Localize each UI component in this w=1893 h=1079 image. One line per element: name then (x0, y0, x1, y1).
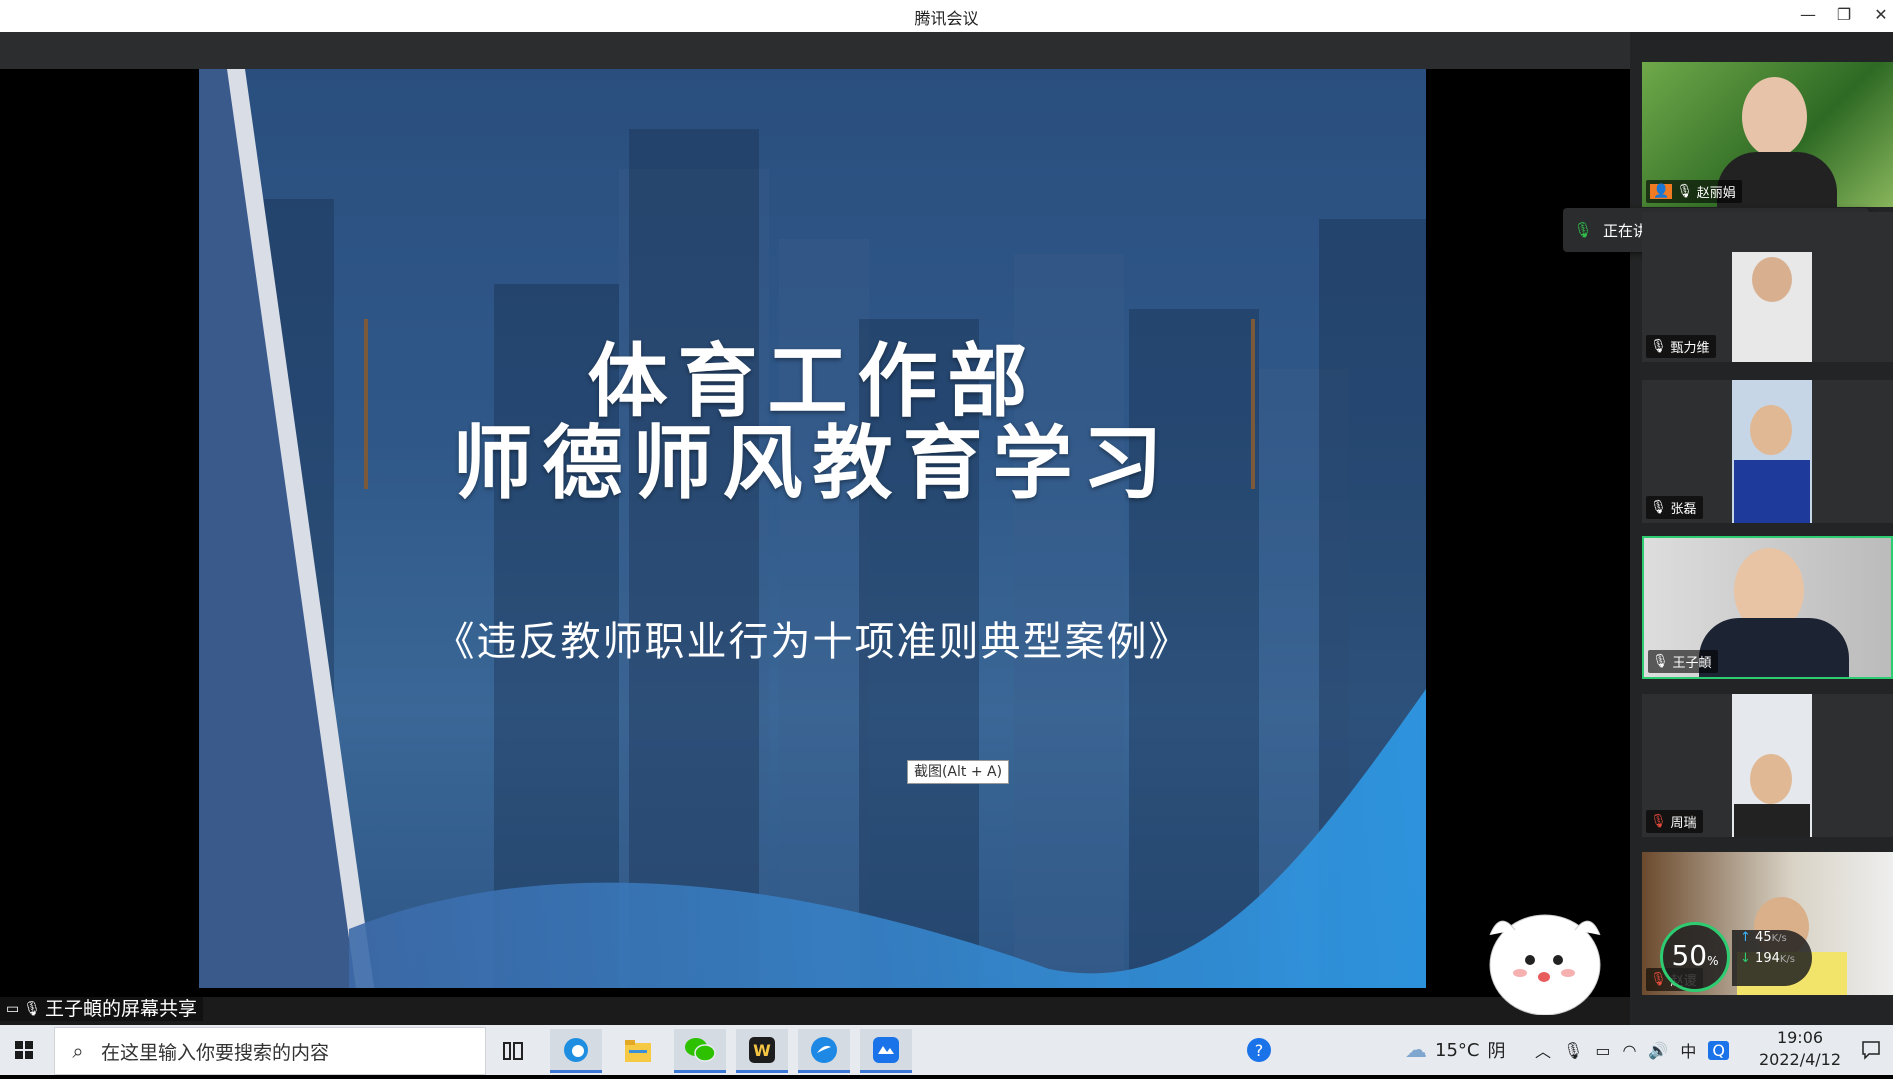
mic-icon: 🎙 (1650, 500, 1667, 515)
minimize-button[interactable]: — (1793, 3, 1823, 27)
mic-active-icon: 🎙 (1573, 221, 1593, 239)
shared-slide: 体育工作部 师德师风教育学习 《违反教师职业行为十项准则典型案例》 (199, 69, 1426, 988)
clock-date: 2022/4/12 (1758, 1050, 1842, 1069)
mic-muted-icon: 🎙 (1650, 814, 1667, 829)
participant-tile[interactable]: 🎙 张磊 (1642, 380, 1893, 523)
chevron-up-icon[interactable]: ︿ (1535, 1038, 1551, 1062)
clock-time: 19:06 (1776, 1028, 1824, 1047)
participant-name-tag: 🎙 甄力维 (1646, 335, 1716, 358)
share-status-bar (0, 997, 1630, 1025)
download-icon: ↓ (1740, 951, 1751, 966)
participant-name-tag: 👤 🎙 赵丽娟 (1646, 180, 1742, 203)
slide-wave-decoration (349, 689, 1426, 988)
upload-icon: ↑ (1740, 930, 1751, 945)
cpu-percent: 50 (1671, 939, 1708, 972)
mic-icon: 🎙 (23, 1001, 42, 1017)
participant-tile[interactable]: 🎙 周瑞 (1642, 694, 1893, 837)
mic-icon: 🎙 (1650, 339, 1667, 354)
meeting-toolbar (0, 32, 1630, 69)
feishu-icon[interactable] (798, 1029, 850, 1073)
restore-button[interactable]: ❐ (1829, 3, 1859, 27)
participant-tile[interactable]: 🎙 甄力维 (1642, 212, 1893, 362)
tencent-meeting-icon[interactable] (860, 1029, 912, 1073)
svg-text:W: W (753, 1041, 771, 1060)
screenshot-tooltip: 截图(Alt + A) (907, 760, 1009, 784)
taskbar-clock[interactable]: 19:06 2022/4/12 (1740, 1027, 1860, 1071)
weather-widget[interactable]: ☁ 15°C 阴 (1405, 1025, 1505, 1075)
screen-share-owner: 王子頔的屏幕共享 (45, 998, 198, 1020)
mascot-sticker (1450, 895, 1620, 1016)
volume-icon[interactable]: 🔊 (1648, 1041, 1668, 1060)
window-title: 腾讯会议 (914, 9, 979, 28)
participant-tile-active-speaker[interactable]: 🎙 王子頔 (1642, 536, 1893, 679)
battery-icon[interactable]: ▭ (1595, 1041, 1610, 1060)
taskbar-search-input[interactable]: ⌕ 在这里输入你要搜索的内容 (54, 1027, 486, 1075)
help-icon[interactable]: ? (1245, 1025, 1275, 1075)
svg-text:?: ? (1255, 1041, 1264, 1060)
slide-title-line2: 师德师风教育学习 (452, 417, 1173, 510)
monitor-icon: ▭ (6, 1001, 20, 1017)
screen-share-label: ▭ 🎙 王子頔的屏幕共享 (0, 997, 204, 1021)
network-speed-widget[interactable]: 50% ↑ 45K/s ↓ 194K/s (1660, 922, 1812, 992)
wifi-icon[interactable]: ◠ (1622, 1041, 1636, 1060)
notification-icon[interactable] (1860, 1025, 1890, 1075)
file-explorer-icon[interactable] (612, 1029, 664, 1073)
windows-start-icon[interactable] (0, 1025, 50, 1075)
ime-indicator[interactable]: 中 (1680, 1038, 1696, 1062)
mic-icon: 🎙 (1676, 184, 1693, 199)
participant-name-tag: 🎙 周瑞 (1646, 810, 1703, 833)
slide-subtitle: 《违反教师职业行为十项准则典型案例》 (434, 619, 1191, 665)
edge-browser-icon[interactable] (550, 1029, 602, 1073)
close-button[interactable]: ✕ (1866, 3, 1893, 27)
task-view-icon[interactable] (487, 1029, 539, 1073)
mic-icon[interactable]: 🎙 (1563, 1041, 1583, 1060)
wechat-icon[interactable] (674, 1029, 726, 1073)
participant-name-tag: 🎙 张磊 (1646, 496, 1703, 519)
qq-icon[interactable]: Q (1708, 1040, 1729, 1060)
cloud-icon: ☁ (1405, 1037, 1427, 1063)
mic-icon: 🎙 (1652, 654, 1669, 669)
avatar-icon: 👤 (1650, 184, 1673, 199)
wps-icon[interactable]: W (736, 1029, 788, 1073)
search-icon: ⌕ (72, 1039, 84, 1063)
participant-name-tag: 🎙 王子頔 (1648, 650, 1718, 673)
participant-tile[interactable]: 👤 🎙 赵丽娟 (1642, 62, 1893, 207)
title-bar: 腾讯会议 — ❐ ✕ (0, 0, 1893, 32)
